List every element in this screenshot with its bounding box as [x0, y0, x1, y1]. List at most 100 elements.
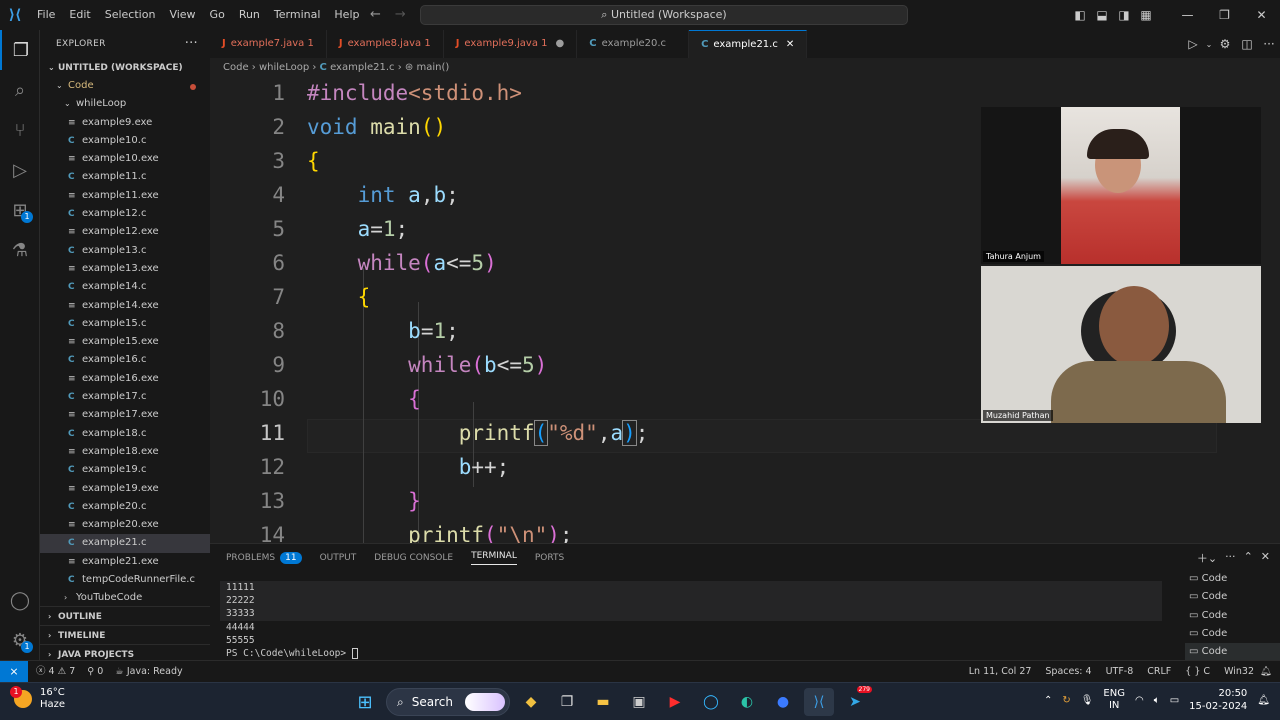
file-item[interactable]: Cexample16.c — [40, 351, 210, 369]
file-item[interactable]: Cexample17.c — [40, 388, 210, 406]
breadcrumb-whileloop[interactable]: whileLoop — [259, 62, 309, 73]
restore-icon[interactable]: ❐ — [1206, 8, 1243, 22]
terminal-instance[interactable]: ▭ Code — [1185, 570, 1280, 588]
battery-icon[interactable]: ▭ — [1170, 695, 1179, 706]
breadcrumb-symbol[interactable]: main() — [416, 62, 449, 73]
file-explorer-icon[interactable]: ▬ — [588, 688, 618, 716]
tab-terminal[interactable]: TERMINAL — [471, 551, 517, 565]
outline-section[interactable]: › OUTLINE — [40, 606, 210, 625]
tab-debug-console[interactable]: DEBUG CONSOLE — [374, 553, 453, 563]
close-panel-icon[interactable]: ✕ — [1261, 550, 1270, 566]
close-icon[interactable]: ✕ — [786, 39, 794, 50]
file-item[interactable]: Cexample19.c — [40, 461, 210, 479]
file-item[interactable]: ≡ example13.exe — [40, 260, 210, 278]
run-debug-icon[interactable]: ▷ — [0, 150, 40, 190]
file-item[interactable]: ≡ example14.exe — [40, 297, 210, 315]
file-item[interactable]: Cexample14.c — [40, 278, 210, 296]
gear-icon[interactable]: ⚙ — [1214, 37, 1236, 51]
folder-code[interactable]: ⌄ Code — [40, 77, 210, 95]
file-item[interactable]: ≡ example19.exe — [40, 480, 210, 498]
menu-help[interactable]: Help — [327, 0, 366, 30]
tab-output[interactable]: OUTPUT — [320, 553, 357, 563]
forward-arrow-icon[interactable]: → — [395, 0, 406, 30]
file-item[interactable]: ≡ example16.exe — [40, 370, 210, 388]
weather-widget[interactable]: 1 16°C Haze — [10, 686, 65, 711]
microphone-icon[interactable]: 🎙︎ — [1081, 695, 1094, 706]
command-center[interactable]: ⌕ Untitled (Workspace) — [420, 5, 908, 25]
toggle-secondary-sidebar-icon[interactable]: ◨ — [1113, 8, 1135, 22]
remote-indicator-icon[interactable]: ⨯ — [0, 661, 28, 682]
youtube-icon[interactable]: ▶ — [660, 688, 690, 716]
file-item[interactable]: ≡ example21.exe — [40, 553, 210, 571]
customize-layout-icon[interactable]: ▦ — [1135, 8, 1157, 22]
terminal-instance[interactable]: ▭ Code — [1185, 625, 1280, 643]
indentation[interactable]: Spaces: 4 — [1045, 661, 1091, 682]
file-item[interactable]: CtempCodeRunnerFile.c — [40, 571, 210, 589]
more-actions-icon[interactable]: ··· — [1258, 37, 1280, 51]
file-item[interactable]: ≡ example18.exe — [40, 443, 210, 461]
tab-example9-java[interactable]: Jexample9.java 1 ● — [444, 30, 578, 58]
menu-terminal[interactable]: Terminal — [267, 0, 328, 30]
explorer-icon[interactable]: ❐ — [0, 30, 40, 70]
notification-icon[interactable]: 🔔︎ — [1257, 695, 1270, 706]
account-icon[interactable]: ◯ — [0, 580, 40, 620]
file-item[interactable]: ≡ example12.exe — [40, 223, 210, 241]
breadcrumb-code[interactable]: Code — [223, 62, 249, 73]
file-item[interactable]: Cexample11.c — [40, 168, 210, 186]
tab-problems[interactable]: PROBLEMS 11 — [226, 551, 302, 564]
file-item[interactable]: Cexample13.c — [40, 242, 210, 260]
timeline-section[interactable]: › TIMELINE — [40, 625, 210, 644]
volume-icon[interactable]: 🔈︎ — [1154, 695, 1160, 706]
back-arrow-icon[interactable]: ← — [370, 0, 381, 30]
tab-example8-java[interactable]: Jexample8.java 1 — [327, 30, 444, 58]
tab-ports[interactable]: PORTS — [535, 553, 564, 563]
microsoft-store-icon[interactable]: ▣ — [624, 688, 654, 716]
zoom-icon[interactable]: ● — [768, 688, 798, 716]
vscode-taskbar-icon[interactable]: ⟩⟨ — [804, 688, 834, 716]
new-terminal-icon[interactable]: ＋⌄ — [1197, 550, 1217, 566]
menu-selection[interactable]: Selection — [98, 0, 163, 30]
encoding[interactable]: UTF-8 — [1106, 661, 1134, 682]
tab-example21-c[interactable]: Cexample21.c ✕ — [689, 30, 808, 58]
file-item[interactable]: ≡ example11.exe — [40, 187, 210, 205]
terminal-instance[interactable]: ▭ Code — [1185, 607, 1280, 625]
ports-status[interactable]: ⚲ 0 — [87, 661, 103, 682]
taskbar-search[interactable]: ⌕ Search — [386, 688, 510, 716]
terminal-instance[interactable]: ▭ Code — [1185, 643, 1280, 662]
tab-example20-c[interactable]: Cexample20.c — [577, 30, 690, 58]
file-item[interactable]: Cexample20.c — [40, 498, 210, 516]
extensions-icon[interactable]: ⊞ 1 — [0, 190, 40, 230]
windows-start-icon[interactable]: ⊞ — [350, 688, 380, 716]
language-indicator[interactable]: ENG IN — [1103, 688, 1125, 712]
file-item[interactable]: Cexample21.c — [40, 534, 210, 553]
close-window-icon[interactable]: ✕ — [1243, 8, 1280, 22]
file-item[interactable]: ≡ example9.exe — [40, 114, 210, 132]
file-item[interactable]: ≡ example20.exe — [40, 516, 210, 534]
modified-dot-icon[interactable]: ● — [556, 38, 565, 49]
toggle-panel-icon[interactable]: ⬓ — [1091, 8, 1113, 22]
source-control-icon[interactable]: ⑂ — [0, 110, 40, 150]
testing-icon[interactable]: ⚗ — [0, 230, 40, 270]
end-of-line[interactable]: CRLF — [1147, 661, 1171, 682]
search-view-icon[interactable]: ⌕ — [0, 70, 40, 110]
java-projects-section[interactable]: › JAVA PROJECTS — [40, 644, 210, 660]
widgets-icon[interactable]: ◆ — [516, 688, 546, 716]
file-item[interactable]: Cexample18.c — [40, 425, 210, 443]
task-view-icon[interactable]: ❐ — [552, 688, 582, 716]
file-item[interactable]: Cexample12.c — [40, 205, 210, 223]
workspace-section[interactable]: ⌄ UNTITLED (WORKSPACE) — [40, 58, 210, 77]
telegram-icon[interactable]: ➤ 279 — [840, 686, 872, 716]
cortana-icon[interactable]: ◯ — [696, 688, 726, 716]
minimize-icon[interactable]: — — [1169, 8, 1206, 22]
java-status[interactable]: ☕ Java: Ready — [115, 661, 182, 682]
run-icon[interactable]: ▷ — [1182, 37, 1204, 51]
file-item[interactable]: Cexample15.c — [40, 315, 210, 333]
more-actions-icon[interactable]: ··· — [185, 30, 198, 58]
sync-icon[interactable]: ↻ — [1062, 695, 1070, 706]
folder-youtubecode[interactable]: › YouTubeCode — [40, 589, 210, 607]
problems-status[interactable]: ⓧ 4 ⚠ 7 — [36, 661, 75, 682]
menu-go[interactable]: Go — [203, 0, 232, 30]
chevron-down-icon[interactable]: ⌄ — [1204, 40, 1214, 49]
menu-run[interactable]: Run — [232, 0, 267, 30]
menu-view[interactable]: View — [162, 0, 202, 30]
